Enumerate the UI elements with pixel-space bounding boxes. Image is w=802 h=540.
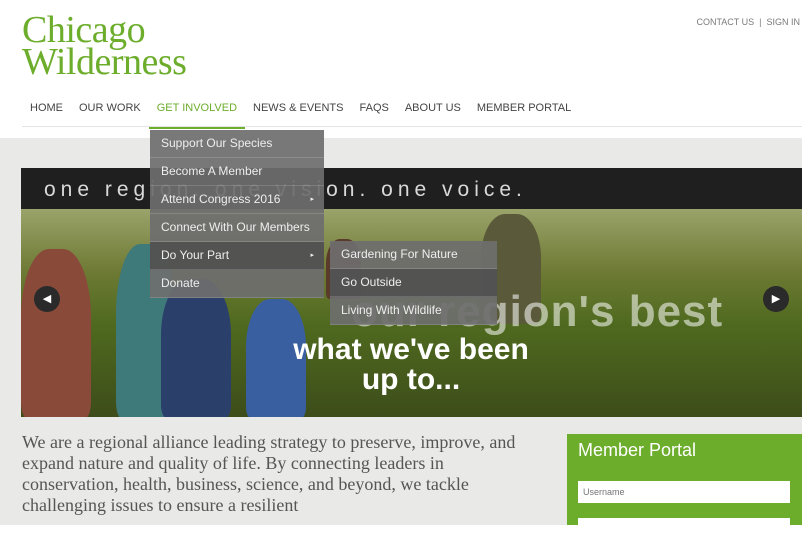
site-logo[interactable]: Chicago Wilderness [22,11,187,83]
hero-tagline: one region. one vision. one voice. [21,168,802,209]
nav-item-faqs[interactable]: FAQS [352,101,397,127]
submenu-item-label: Go Outside [341,275,402,289]
dropdown-item-label: Connect With Our Members [161,220,310,234]
member-portal-title: Member Portal [578,440,697,460]
site-header: Chicago Wilderness CONTACT US | SIGN IN HO… [0,0,802,130]
intro-text: We are a regional alliance leading strat… [22,432,516,515]
hero-headline-line-2: up to... [361,363,461,396]
nav-item-about-us[interactable]: ABOUT US [397,101,469,127]
nav-item-member-portal[interactable]: MEMBER PORTAL [469,101,579,127]
dropdown-item-connect-with-members[interactable]: Connect With Our Members [150,214,324,242]
nav-item-home[interactable]: HOME [22,101,71,127]
utility-separator: | [759,17,762,27]
nav-item-our-work[interactable]: OUR WORK [71,101,149,127]
dropdown-item-label: Do Your Part [161,248,230,262]
dropdown-item-become-a-member[interactable]: Become A Member [150,158,324,186]
dropdown-item-label: Donate [161,276,200,290]
chevron-right-icon: ▸ [310,252,314,259]
dropdown-item-label: Support Our Species [161,136,273,150]
dropdown-item-donate[interactable]: Donate [150,270,324,298]
nav-divider [22,126,802,127]
contact-us-link[interactable]: CONTACT US [696,17,754,27]
submenu-item-living-with-wildlife[interactable]: Living With Wildlife [330,297,497,325]
submenu-item-label: Gardening For Nature [341,247,458,261]
dropdown-item-do-your-part[interactable]: Do Your Part ▸ [150,242,324,270]
sign-in-link[interactable]: SIGN IN [766,17,800,27]
dropdown-item-label: Attend Congress 2016 [161,192,281,206]
prev-slide-icon[interactable]: ◀ [34,286,60,312]
utility-links: CONTACT US | SIGN IN [696,17,800,27]
dropdown-item-support-our-species[interactable]: Support Our Species [150,130,324,158]
main-nav: HOME OUR WORK GET INVOLVED NEWS & EVENTS… [22,101,579,129]
submenu-item-gardening-for-nature[interactable]: Gardening For Nature [330,241,497,269]
submenu-item-label: Living With Wildlife [341,303,442,317]
hero-headline-line-1: what we've been [293,333,529,366]
get-involved-dropdown: Support Our Species Become A Member Atte… [150,130,324,298]
hero-person-3 [161,279,231,417]
nav-item-get-involved[interactable]: GET INVOLVED [148,101,246,129]
submenu-item-go-outside[interactable]: Go Outside [330,269,497,297]
hero-headline: what we've been up to... [271,335,551,395]
logo-line-2: Wilderness [22,41,187,83]
nav-item-news-events[interactable]: NEWS & EVENTS [245,101,351,127]
member-portal-panel: Member Portal [567,434,802,540]
next-slide-icon[interactable]: ▶ [763,286,789,312]
do-your-part-submenu: Gardening For Nature Go Outside Living W… [330,241,497,325]
dropdown-item-label: Become A Member [161,164,263,178]
hero-person-1 [21,249,91,417]
chevron-right-icon: ▸ [310,196,314,203]
username-input[interactable] [578,481,790,503]
dropdown-item-attend-congress[interactable]: Attend Congress 2016 ▸ [150,186,324,214]
password-input[interactable] [578,518,790,540]
